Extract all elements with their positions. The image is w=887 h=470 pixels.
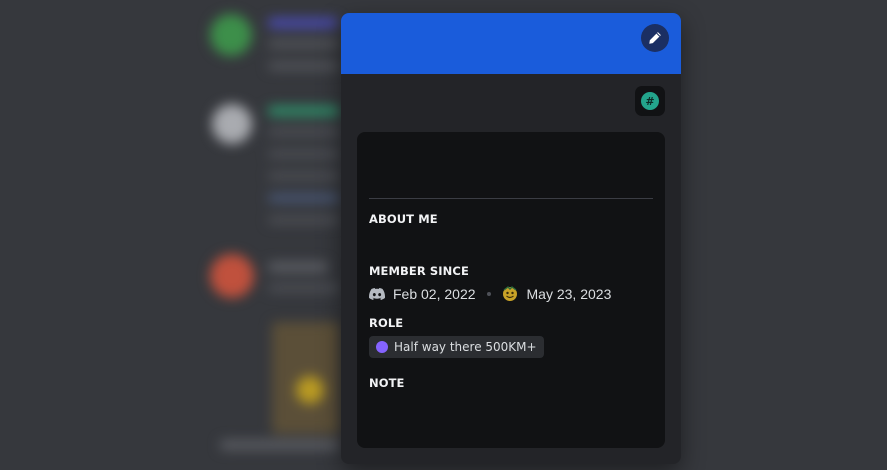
message-author <box>268 18 338 28</box>
profile-badge[interactable]: # <box>635 86 665 116</box>
message-author <box>268 106 340 116</box>
message-line <box>220 440 340 450</box>
role-pill[interactable]: Half way there 500KM+ <box>369 336 544 358</box>
separator-dot <box>486 292 491 296</box>
message-line <box>268 62 340 70</box>
avatar <box>210 254 254 298</box>
message-line <box>268 40 340 48</box>
message-author <box>268 262 328 272</box>
role-name: Half way there 500KM+ <box>394 340 537 354</box>
message-line <box>268 194 340 202</box>
hashtag-icon: # <box>641 92 659 110</box>
message-line <box>268 172 340 180</box>
image-highlight <box>296 376 324 404</box>
message-line <box>268 216 340 224</box>
profile-info-card: ABOUT ME MEMBER SINCE Feb 02, 2022 May 2… <box>357 132 665 448</box>
pencil-icon <box>649 32 661 44</box>
about-me-heading: ABOUT ME <box>369 212 438 226</box>
avatar <box>212 104 252 144</box>
message-line <box>268 150 340 158</box>
discord-join-date: Feb 02, 2022 <box>393 286 476 302</box>
server-join-date: May 23, 2023 <box>526 286 612 302</box>
server-icon <box>502 286 517 301</box>
avatar <box>210 14 252 56</box>
role-color-dot <box>376 341 388 353</box>
member-since-heading: MEMBER SINCE <box>369 264 469 278</box>
note-heading: NOTE <box>369 376 405 390</box>
message-line <box>268 128 340 136</box>
member-since-row: Feb 02, 2022 May 23, 2023 <box>369 284 611 304</box>
role-heading: ROLE <box>369 316 404 330</box>
message-line <box>268 284 340 292</box>
profile-banner <box>341 13 681 74</box>
profile-popout: # ABOUT ME MEMBER SINCE Feb 02, 2022 May… <box>341 13 681 464</box>
discord-logo-icon <box>369 288 385 300</box>
divider <box>369 198 653 199</box>
edit-profile-button[interactable] <box>641 24 669 52</box>
